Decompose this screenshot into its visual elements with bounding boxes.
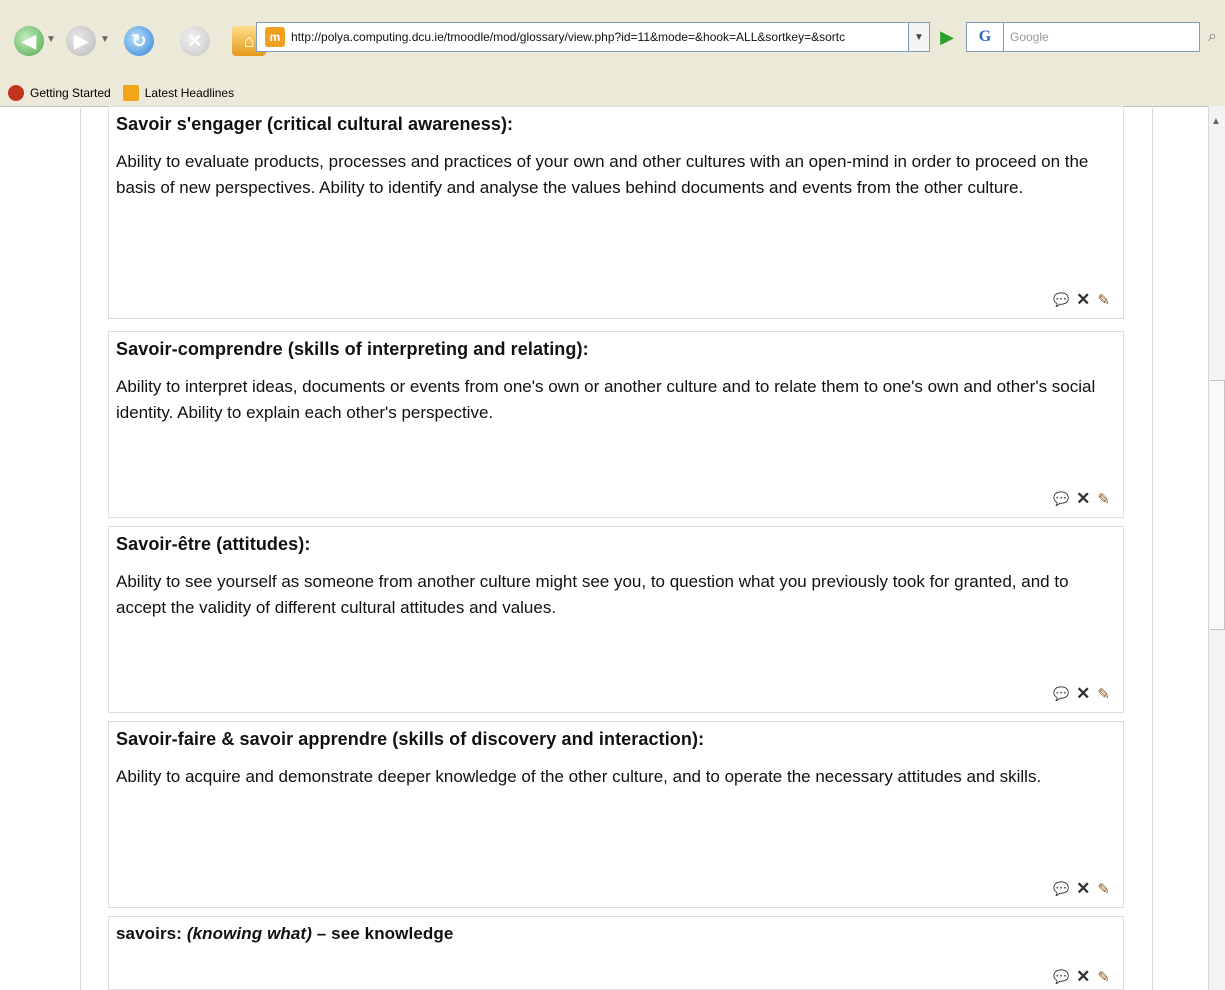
google-logo-icon: G: [978, 28, 992, 45]
delete-icon[interactable]: ✕: [1076, 967, 1090, 987]
delete-icon[interactable]: ✕: [1076, 879, 1090, 899]
entry-term: savoirs:: [116, 924, 183, 943]
entry-definition: Ability to see yourself as someone from …: [116, 572, 1069, 617]
scrollbar-thumb[interactable]: [1210, 380, 1225, 630]
go-arrow-icon: ▶: [940, 26, 954, 47]
forward-arrow-icon: ▶: [74, 30, 88, 51]
search-button[interactable]: ⌕: [1200, 22, 1225, 52]
entry-italic-note: (knowing what): [186, 924, 312, 943]
search-engine-selector[interactable]: G: [966, 22, 1004, 52]
entry-definition: – see knowledge: [316, 924, 454, 943]
go-button[interactable]: ▶: [934, 22, 960, 52]
entry-title-line: savoirs: (knowing what) – see knowledge: [116, 924, 453, 944]
glossary-entry: Savoir-être (attitudes): Ability to see …: [108, 526, 1124, 713]
magnifier-icon: ⌕: [1208, 28, 1217, 45]
stop-button[interactable]: ✕: [180, 26, 210, 56]
glossary-entry: Savoir-comprendre (skills of interpretin…: [108, 331, 1124, 518]
bookmark-label: Latest Headlines: [144, 86, 235, 100]
comment-icon[interactable]: 💬: [1053, 881, 1069, 897]
entry-title: Savoir-être (attitudes):: [116, 534, 311, 554]
edit-icon[interactable]: ✎: [1097, 880, 1110, 898]
reload-button[interactable]: ↻: [124, 26, 154, 56]
delete-icon[interactable]: ✕: [1076, 489, 1090, 509]
delete-icon[interactable]: ✕: [1076, 684, 1090, 704]
stop-icon: ✕: [187, 30, 203, 51]
entry-title: Savoir s'engager (critical cultural awar…: [116, 114, 514, 134]
back-arrow-icon: ◀: [22, 30, 36, 51]
firefox-icon: [8, 85, 24, 101]
forward-button[interactable]: ▶: [66, 26, 96, 56]
edit-icon[interactable]: ✎: [1097, 685, 1110, 703]
address-bar[interactable]: m http://polya.computing.dcu.ie/tmoodle/…: [256, 22, 916, 52]
bookmark-label: Getting Started: [30, 86, 111, 100]
bookmarks-toolbar: Getting Started Latest Headlines: [0, 80, 1225, 107]
address-dropdown-button[interactable]: ▼: [908, 22, 930, 52]
entry-definition: Ability to interpret ideas, documents or…: [116, 377, 1096, 422]
entry-definition: Ability to evaluate products, processes …: [116, 152, 1089, 197]
search-input[interactable]: Google: [1004, 22, 1200, 52]
reload-icon: ↻: [131, 30, 147, 51]
rss-feed-icon: [122, 85, 139, 101]
glossary-entry: Savoir s'engager (critical cultural awar…: [108, 106, 1124, 319]
edit-icon[interactable]: ✎: [1097, 968, 1110, 986]
browser-toolbar: ◀ ▼ ▶ ▼ ↻ ✕ ⌂ m http://polya.computing.d…: [0, 0, 1225, 81]
glossary-entry: Savoir-faire & savoir apprendre (skills …: [108, 721, 1124, 908]
entry-actions: 💬 ✕ ✎: [1053, 967, 1110, 987]
comment-icon[interactable]: 💬: [1053, 686, 1069, 702]
left-column-border: [80, 106, 81, 990]
scroll-up-arrow-icon[interactable]: ▲: [1211, 116, 1221, 127]
entry-title: Savoir-faire & savoir apprendre (skills …: [116, 729, 705, 749]
comment-icon[interactable]: 💬: [1053, 491, 1069, 507]
back-button[interactable]: ◀: [14, 26, 44, 56]
bookmark-getting-started[interactable]: Getting Started: [8, 85, 111, 101]
entry-title: Savoir-comprendre (skills of interpretin…: [116, 339, 589, 359]
glossary-entry: savoirs: (knowing what) – see knowledge …: [108, 916, 1124, 990]
entry-actions: 💬 ✕ ✎: [1053, 489, 1110, 509]
entry-actions: 💬 ✕ ✎: [1053, 879, 1110, 899]
entry-actions: 💬 ✕ ✎: [1053, 290, 1110, 310]
delete-icon[interactable]: ✕: [1076, 290, 1090, 310]
forward-history-dropdown[interactable]: ▼: [100, 34, 110, 45]
right-column-border: [1152, 106, 1153, 990]
comment-icon[interactable]: 💬: [1053, 292, 1069, 308]
back-history-dropdown[interactable]: ▼: [46, 34, 56, 45]
page-content: Savoir s'engager (critical cultural awar…: [0, 106, 1225, 990]
moodle-favicon-icon: m: [265, 27, 285, 47]
search-placeholder: Google: [1010, 30, 1049, 44]
comment-icon[interactable]: 💬: [1053, 969, 1069, 985]
entry-actions: 💬 ✕ ✎: [1053, 684, 1110, 704]
bookmark-latest-headlines[interactable]: Latest Headlines: [122, 85, 235, 101]
entry-definition: Ability to acquire and demonstrate deepe…: [116, 767, 1042, 786]
address-text[interactable]: http://polya.computing.dcu.ie/tmoodle/mo…: [291, 30, 845, 44]
edit-icon[interactable]: ✎: [1097, 291, 1110, 309]
edit-icon[interactable]: ✎: [1097, 490, 1110, 508]
